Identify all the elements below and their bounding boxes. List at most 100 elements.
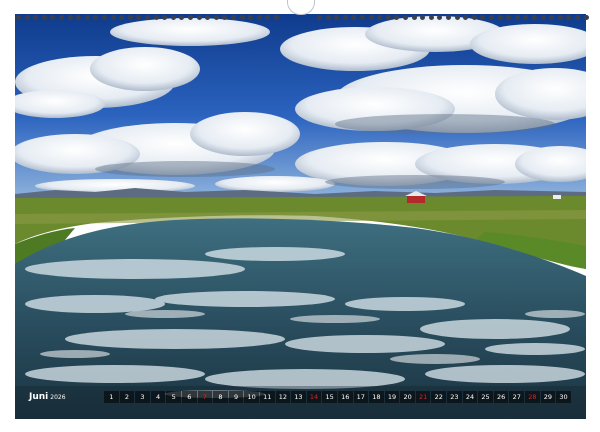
day-cell: 22 (431, 391, 447, 403)
binding-hole (463, 15, 469, 20)
day-cell: 25 (478, 391, 493, 403)
binding-hole (506, 15, 512, 20)
binding-hole (377, 15, 383, 20)
binding-hole (248, 15, 254, 20)
binding-hole (403, 15, 408, 20)
binding-hole (420, 15, 426, 20)
day-cell: 11 (259, 391, 275, 403)
landscape-photo (15, 14, 586, 419)
binding-hole (205, 15, 211, 20)
binding-hole (127, 15, 133, 20)
binding-hole (179, 15, 185, 20)
day-cell: 21 (415, 391, 431, 403)
day-cell: 1 (104, 391, 119, 403)
binding-hole (325, 15, 331, 20)
day-cell: 2 (119, 391, 135, 403)
binding-hole (497, 15, 503, 20)
binding-hole (446, 15, 451, 20)
day-cell: 16 (337, 391, 353, 403)
hanger-notch (287, 0, 315, 15)
binding-hole (67, 15, 73, 20)
binding-hole (188, 15, 193, 20)
binding-hole (33, 15, 39, 20)
day-cell: 7 (197, 391, 213, 403)
binding-hole (153, 15, 159, 20)
binding-hole (93, 15, 99, 20)
binding-hole (231, 15, 236, 20)
day-cell: 14 (306, 391, 322, 403)
binding-hole (265, 15, 271, 20)
day-cell: 4 (150, 391, 166, 403)
day-cell: 23 (447, 391, 462, 403)
binding-hole (583, 15, 589, 20)
binding-hole (575, 15, 580, 20)
day-cell: 9 (228, 391, 244, 403)
binding-hole (145, 15, 150, 20)
binding-hole (334, 15, 340, 20)
binding-hole (411, 15, 417, 20)
photo-illustration (15, 14, 586, 419)
year-label: 2026 (50, 394, 66, 401)
day-cell: 3 (135, 391, 150, 403)
binding-hole (110, 15, 116, 20)
day-cell: 26 (493, 391, 509, 403)
spiral-binding (14, 14, 589, 22)
month-name: Juni (29, 392, 49, 402)
binding-hole (342, 15, 348, 20)
binding-hole (274, 15, 279, 20)
day-cell: 24 (462, 391, 478, 403)
day-cell: 18 (369, 391, 384, 403)
day-cells: 1 2 3 4 5 6 7 8 9 10 11 12 13 14 15 16 17 18 19 20 21 22 23 24 2… (104, 391, 575, 403)
day-cell: 12 (275, 391, 291, 403)
binding-hole (256, 15, 262, 20)
binding-hole (213, 15, 219, 20)
binding-hole (454, 15, 460, 20)
binding-hole (471, 15, 477, 20)
binding-hole (557, 15, 563, 20)
day-cell: 30 (556, 391, 571, 403)
binding-hole (549, 15, 555, 20)
day-cell: 8 (213, 391, 228, 403)
day-cell: 17 (353, 391, 369, 403)
day-cell: 6 (181, 391, 197, 403)
binding-hole (360, 15, 365, 20)
binding-hole (428, 15, 434, 20)
binding-hole (239, 15, 245, 20)
binding-hole (480, 15, 486, 20)
binding-hole (76, 15, 82, 20)
binding-hole (514, 15, 520, 20)
day-cell: 5 (166, 391, 181, 403)
binding-hole (540, 15, 546, 20)
binding-hole (196, 15, 202, 20)
day-cell: 20 (400, 391, 415, 403)
binding-hole (59, 15, 64, 20)
calendar-strip: Juni 2026 1 2 3 4 5 6 7 8 9 10 11 12 13 14 15 16 17 18 19 20… (27, 390, 575, 404)
month-label: Juni 2026 (27, 392, 104, 402)
binding-hole (136, 15, 142, 20)
binding-hole (368, 15, 374, 20)
binding-hole (437, 15, 443, 20)
binding-hole (317, 15, 322, 20)
binding-hole (523, 15, 529, 20)
binding-hole (385, 15, 391, 20)
binding-hole (41, 15, 47, 20)
binding-hole (84, 15, 90, 20)
day-cell: 13 (291, 391, 306, 403)
binding-hole (532, 15, 537, 20)
binding-hole (16, 15, 21, 20)
binding-hole (24, 15, 30, 20)
binding-hole (170, 15, 176, 20)
binding-hole (566, 15, 572, 20)
day-cell: 19 (384, 391, 400, 403)
binding-hole (351, 15, 357, 20)
binding-hole (394, 15, 400, 20)
day-cell: 10 (244, 391, 259, 403)
binding-hole (222, 15, 228, 20)
binding-hole (50, 15, 56, 20)
binding-hole (162, 15, 168, 20)
calendar-page: Juni 2026 1 2 3 4 5 6 7 8 9 10 11 12 13 14 15 16 17 18 19 20… (0, 0, 600, 432)
day-cell: 29 (540, 391, 556, 403)
binding-hole (102, 15, 107, 20)
day-cell: 28 (525, 391, 540, 403)
binding-hole (119, 15, 125, 20)
